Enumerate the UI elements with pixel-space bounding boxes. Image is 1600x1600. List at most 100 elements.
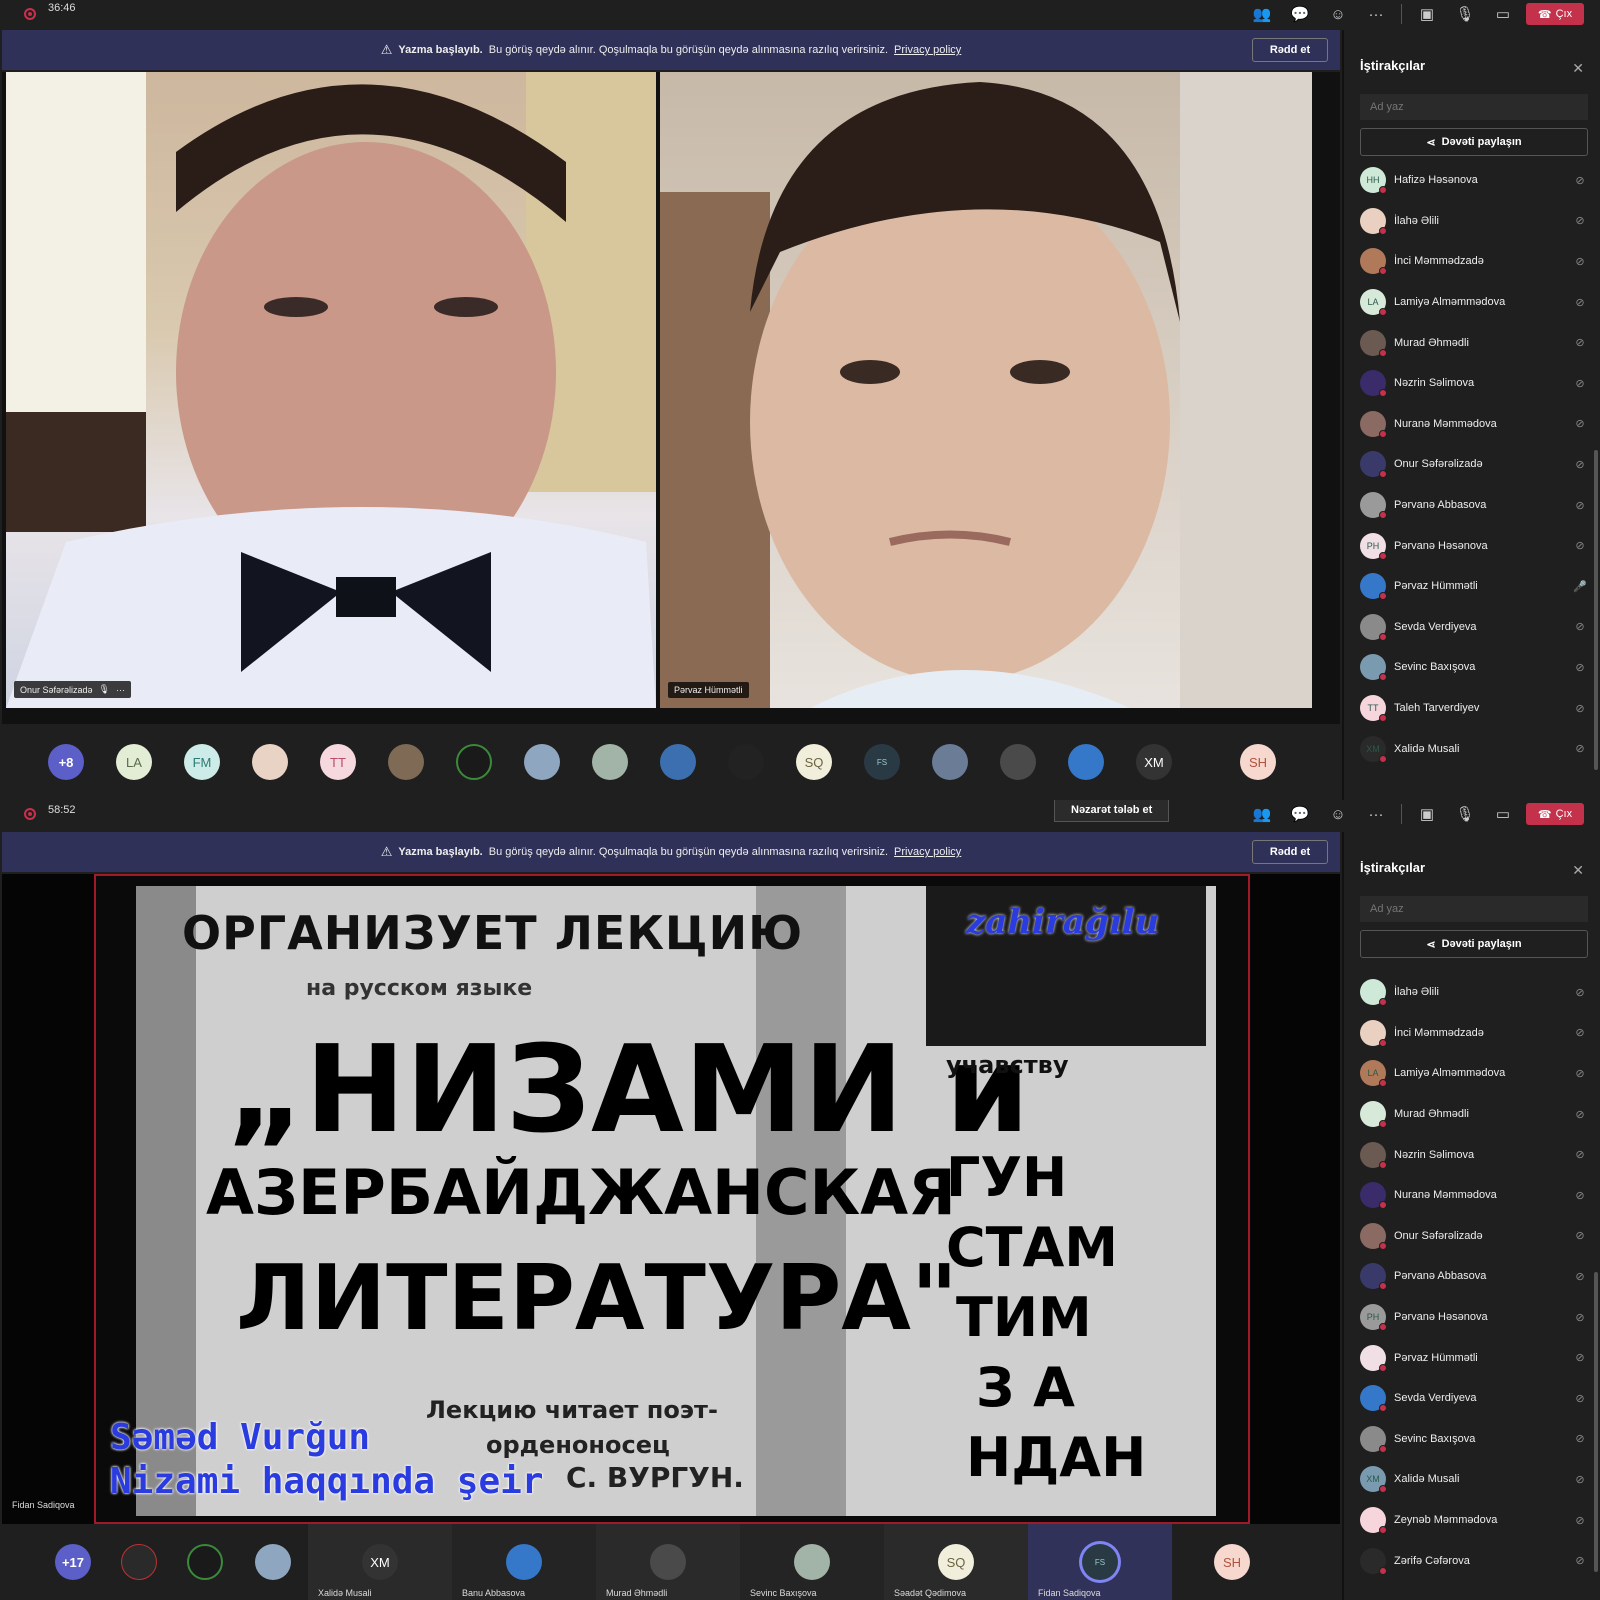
participant-row[interactable]: LA Lamiyə Alməmmədova ⊘ [1360,282,1590,323]
avatar[interactable]: TT [320,744,356,780]
participant-row[interactable]: XM Xalidə Musali ⊘ [1360,728,1590,769]
participant-row[interactable]: Zərifə Cəfərova ⊘ [1360,1540,1590,1581]
participant-row[interactable]: İlahə Əlili ⊘ [1360,201,1590,242]
privacy-policy-link[interactable]: Privacy policy [894,44,961,56]
avatar[interactable] [728,744,764,780]
participant-tile[interactable]: XM Xalidə Musali [308,1524,452,1600]
avatar[interactable] [456,744,492,780]
avatar[interactable] [524,744,560,780]
participant-row[interactable]: Onur Səfərəlizadə ⊘ [1360,1216,1590,1257]
search-input[interactable] [1360,94,1588,120]
chat-icon[interactable]: 💬 [1281,3,1319,25]
dismiss-banner-button[interactable]: Rədd et [1252,840,1328,864]
avatar [1360,248,1387,276]
avatar[interactable] [932,744,968,780]
participant-row[interactable]: XM Xalidə Musali ⊘ [1360,1459,1590,1500]
avatar-tile[interactable]: SH [1172,1524,1292,1600]
mic-off-icon[interactable]: 🎙 [1446,3,1484,25]
participant-row[interactable]: İnci Məmmədzadə ⊘ [1360,241,1590,282]
avatar-label: FS [876,757,888,767]
overflow-avatar[interactable]: +17 [40,1524,106,1600]
close-icon[interactable]: ✕ [1572,862,1584,879]
participant-tile[interactable]: Banu Abbasova [452,1524,596,1600]
participant-row[interactable]: Pərvanə Abbasova ⊘ [1360,1256,1590,1297]
participants-icon[interactable]: 👥 [1243,3,1281,25]
participant-row[interactable]: Murad Əhmədli ⊘ [1360,322,1590,363]
overflow-avatar[interactable]: +8 [48,744,84,780]
participant-row[interactable]: İlahə Əlili ⊘ [1360,972,1590,1013]
privacy-policy-link[interactable]: Privacy policy [894,846,961,858]
participant-tile[interactable]: Sevinc Baxışova [740,1524,884,1600]
avatar[interactable] [388,744,424,780]
scrollbar[interactable] [1594,450,1598,770]
avatar [1360,492,1387,520]
video-stage: Onur Səfərəlizadə 🎙 ··· Pərvaz Hümmətli [2,72,1340,724]
participant-tile[interactable]: SQ Səadət Qədimova [884,1524,1028,1600]
chat-icon[interactable]: 💬 [1281,803,1319,825]
avatar[interactable]: SH [1240,744,1276,780]
video-tile-2[interactable]: Pərvaz Hümmətli [660,72,1312,708]
presence-status-icon [1379,389,1387,398]
avatar[interactable] [1000,744,1036,780]
avatar[interactable] [1068,744,1104,780]
avatar[interactable] [660,744,696,780]
participant-row[interactable]: PH Pərvanə Həsənova ⊘ [1360,525,1590,566]
avatar[interactable]: FS [864,744,900,780]
participant-tile-speaking[interactable]: FS Fidan Sadiqova [1028,1524,1172,1600]
search-input[interactable] [1360,896,1588,922]
shared-video[interactable]: ОРГАНИЗУЕТ ЛЕКЦИЮ на русском языке „НИЗА… [94,874,1250,1524]
participant-row[interactable]: Pərvaz Hümmətli ⊘ [1360,1337,1590,1378]
share-screen-icon[interactable]: ▭ [1484,3,1522,25]
participant-row[interactable]: PH Pərvanə Həsənova ⊘ [1360,1297,1590,1338]
participant-row[interactable]: TT Taleh Tarverdiyev ⊘ [1360,688,1590,729]
participant-row[interactable]: Nuranə Məmmədova ⊘ [1360,1175,1590,1216]
video-tile-1[interactable]: Onur Səfərəlizadə 🎙 ··· [6,72,656,708]
participant-row[interactable]: Sevinc Baxışova ⊘ [1360,647,1590,688]
share-invite-button[interactable]: ⋖ Dəvəti paylaşın [1360,128,1588,156]
reactions-icon[interactable]: ☺ [1319,3,1357,25]
participant-row[interactable]: Zeynəb Məmmədova ⊘ [1360,1500,1590,1541]
poster-line: СТАМ [946,1216,1118,1279]
leave-button[interactable]: ☎ Çıx [1526,803,1584,825]
participant-row[interactable]: Onur Səfərəlizadə ⊘ [1360,444,1590,485]
participant-row[interactable]: Nuranə Məmmədova ⊘ [1360,404,1590,445]
reactions-icon[interactable]: ☺ [1319,803,1357,825]
participant-row[interactable]: Pərvanə Abbasova ⊘ [1360,485,1590,526]
avatar[interactable] [592,744,628,780]
avatar[interactable]: LA [116,744,152,780]
participant-row[interactable]: LA Lamiyə Alməmmədova ⊘ [1360,1053,1590,1094]
camera-off-icon[interactable]: ▣ [1408,803,1446,825]
participant-row[interactable]: Sevda Verdiyeva ⊘ [1360,1378,1590,1419]
share-invite-button[interactable]: ⋖ Dəvəti paylaşın [1360,930,1588,958]
avatar-tile[interactable] [238,1524,308,1600]
participant-row[interactable]: Murad Əhmədli ⊘ [1360,1094,1590,1135]
more-options-icon[interactable]: ··· [1357,3,1395,25]
participant-row[interactable]: HH Hafizə Həsənova ⊘ [1360,160,1590,201]
dismiss-banner-button[interactable]: Rədd et [1252,38,1328,62]
participant-tile[interactable]: Murad Əhmədli [596,1524,740,1600]
scrollbar[interactable] [1594,1272,1598,1572]
participant-row[interactable]: Nəzrin Səlimova ⊘ [1360,1134,1590,1175]
leave-button[interactable]: ☎ Çıx [1526,3,1584,25]
close-icon[interactable]: ✕ [1572,60,1584,77]
avatar[interactable] [252,744,288,780]
participants-icon[interactable]: 👥 [1243,803,1281,825]
participant-row[interactable]: Sevinc Baxışova ⊘ [1360,1419,1590,1460]
more-icon[interactable]: ··· [116,685,125,695]
mic-off-icon[interactable]: 🎙 [1446,803,1484,825]
avatar-tile[interactable] [172,1524,238,1600]
avatar[interactable]: XM [1136,744,1172,780]
request-control-button[interactable]: Nəzarət tələb et [1054,800,1170,822]
participant-row[interactable]: Sevda Verdiyeva ⊘ [1360,607,1590,648]
more-options-icon[interactable]: ··· [1357,803,1395,825]
avatar[interactable]: SQ [796,744,832,780]
avatar-tile[interactable] [106,1524,172,1600]
participant-row[interactable]: Nəzrin Səlimova ⊘ [1360,363,1590,404]
participant-row[interactable]: İnci Məmmədzadə ⊘ [1360,1013,1590,1054]
share-screen-icon[interactable]: ▭ [1484,803,1522,825]
camera-off-icon[interactable]: ▣ [1408,3,1446,25]
participant-row[interactable]: Pərvaz Hümmətli 🎤 [1360,566,1590,607]
avatar[interactable]: FM [184,744,220,780]
presence-status-icon [1379,1120,1387,1129]
participant-video-image [6,72,656,708]
